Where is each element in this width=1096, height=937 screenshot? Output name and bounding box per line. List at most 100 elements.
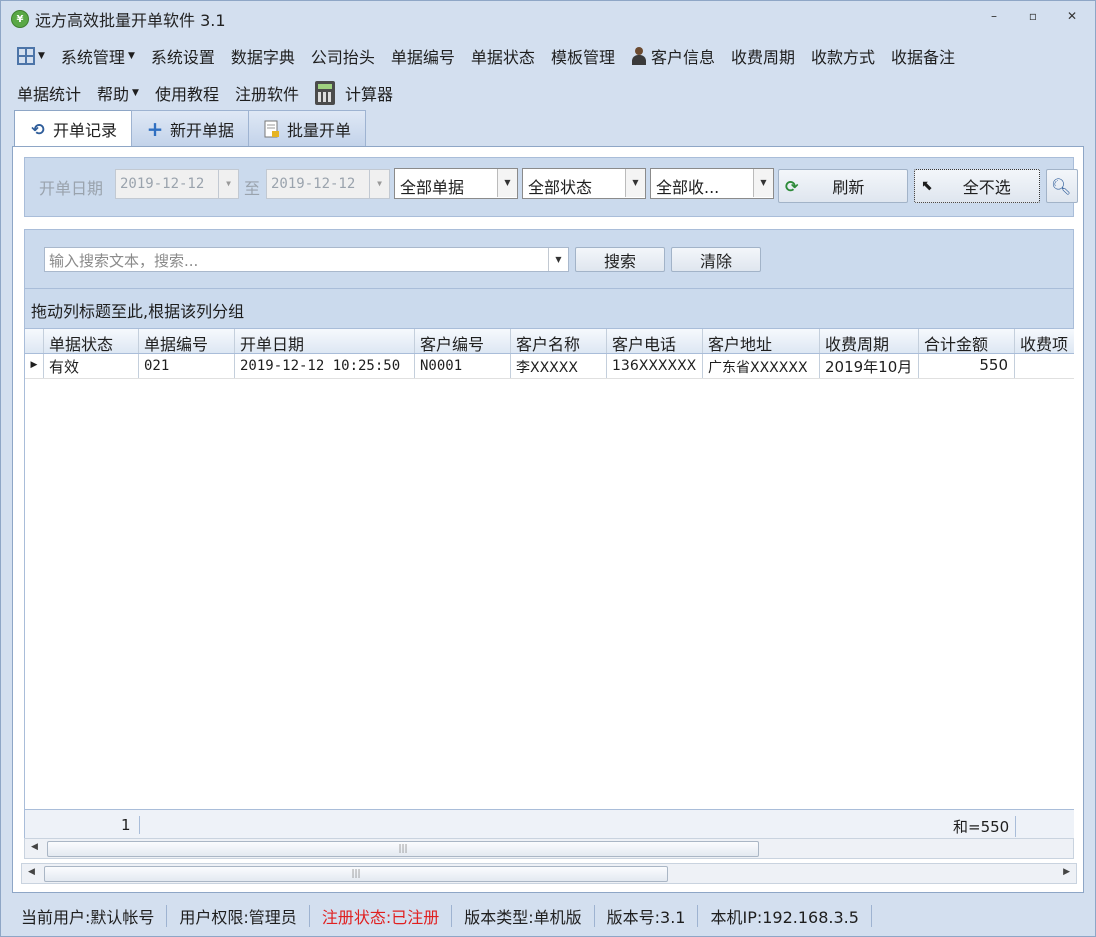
menu-dictionary[interactable]: 数据字典: [223, 41, 303, 71]
cell-address[interactable]: 广东省XXXXXX: [703, 354, 820, 378]
status-bar: 当前用户:默认帐号 用户权限:管理员 注册状态:已注册 版本类型:单机版 版本号…: [9, 901, 1089, 931]
menu-doc-number[interactable]: 单据编号: [383, 41, 463, 71]
preview-button[interactable]: 🔍︎: [1046, 169, 1078, 203]
title-bar: ¥ 远方高效批量开单软件 3.1 – ▫ ✕: [1, 1, 1095, 37]
status-ip: 本机IP:192.168.3.5: [698, 905, 872, 927]
cell-total[interactable]: 550: [919, 354, 1015, 378]
menu-payment-method[interactable]: 收款方式: [803, 41, 883, 71]
chevron-down-icon[interactable]: ▼: [497, 169, 517, 197]
current-row-icon: ▶: [25, 354, 44, 378]
menu-company-header[interactable]: 公司抬头: [303, 41, 383, 71]
col-header-customer-id[interactable]: 客户编号: [415, 329, 511, 353]
scroll-thumb[interactable]: |||: [44, 866, 668, 882]
col-header-phone[interactable]: 客户电话: [607, 329, 703, 353]
button-label: 刷新: [832, 178, 865, 197]
calculator-icon: [314, 80, 335, 105]
scroll-thumb[interactable]: |||: [47, 841, 759, 857]
cursor-icon: ⬉: [921, 178, 933, 194]
refresh-button[interactable]: ⟳ 刷新: [778, 169, 908, 203]
doc-type-select[interactable]: 全部单据 ▼: [394, 168, 518, 199]
menu-help[interactable]: 帮助 ▼: [89, 78, 147, 108]
status-user: 当前用户:默认帐号: [9, 905, 168, 927]
menu-doc-stats[interactable]: 单据统计: [9, 78, 89, 108]
minimize-button[interactable]: –: [983, 9, 1005, 29]
tab-label: 新开单据: [170, 120, 235, 140]
menu-label: 系统管理: [60, 47, 125, 67]
status-edition: 版本类型:单机版: [452, 905, 595, 927]
chevron-down-icon[interactable]: ▼: [753, 169, 773, 197]
window-title: 远方高效批量开单软件 3.1: [35, 11, 226, 30]
chevron-down-icon[interactable]: ▼: [548, 248, 568, 271]
menu-receipt-note[interactable]: 收据备注: [883, 41, 963, 71]
cell-items[interactable]: [1015, 354, 1074, 378]
menu-register[interactable]: 注册软件: [227, 78, 307, 108]
menu-bar: ▼ 系统管理 ▼ 系统设置 数据字典 公司抬头 单据编号 单据状态 模板管理 客户…: [9, 37, 1089, 111]
panel-hscrollbar[interactable]: ◀ ||| ▶: [21, 863, 1077, 884]
scroll-right-icon[interactable]: ▶: [1063, 867, 1070, 877]
cell-date[interactable]: 2019-12-12 10:25:50: [235, 354, 415, 378]
tab-strip: ⟲ 开单记录 + 新开单据 批量开单: [14, 110, 367, 147]
search-input[interactable]: 输入搜索文本，搜索... ▼: [44, 247, 569, 272]
date-to-field[interactable]: 2019-12-12 ▼: [266, 169, 390, 199]
chevron-down-icon[interactable]: ▼: [218, 170, 238, 198]
menu-tutorial[interactable]: 使用教程: [147, 78, 227, 108]
col-header-status[interactable]: 单据状态: [44, 329, 139, 353]
col-header-date[interactable]: 开单日期: [235, 329, 415, 353]
menu-template-manage[interactable]: 模板管理: [543, 41, 623, 71]
group-panel[interactable]: 拖动列标题至此,根据该列分组: [24, 289, 1074, 329]
menu-billing-cycle[interactable]: 收费周期: [723, 41, 803, 71]
col-header-address[interactable]: 客户地址: [703, 329, 820, 353]
scroll-left-icon[interactable]: ◀: [28, 867, 35, 877]
footer-sum: 和=550: [953, 816, 1017, 837]
col-header-number[interactable]: 单据编号: [139, 329, 235, 353]
table-hscrollbar[interactable]: ◀ |||: [24, 838, 1074, 859]
table-row[interactable]: ▶ 有效 021 2019-12-12 10:25:50 N0001 李XXXX…: [25, 354, 1074, 379]
clear-button[interactable]: 清除: [671, 247, 761, 272]
chevron-down-icon: ▼: [38, 50, 45, 61]
menu-system-settings[interactable]: 系统设置: [143, 41, 223, 71]
date-to-value: 2019-12-12: [271, 176, 356, 192]
status-role: 用户权限:管理员: [167, 905, 310, 927]
plus-icon: +: [146, 116, 164, 141]
cell-number[interactable]: 021: [139, 354, 235, 378]
date-from-field[interactable]: 2019-12-12 ▼: [115, 169, 239, 199]
magnifier-icon: 🔍︎: [1051, 176, 1072, 196]
tab-label: 开单记录: [53, 121, 118, 140]
document-icon: [263, 120, 281, 138]
status-select[interactable]: 全部状态 ▼: [522, 168, 646, 199]
tab-new-doc[interactable]: + 新开单据: [131, 110, 250, 146]
close-button[interactable]: ✕: [1061, 9, 1083, 29]
maximize-button[interactable]: ▫: [1022, 9, 1044, 29]
col-header-cycle[interactable]: 收费周期: [820, 329, 919, 353]
search-button[interactable]: 搜索: [575, 247, 665, 272]
col-header-customer-name[interactable]: 客户名称: [511, 329, 607, 353]
status-registration: 注册状态:已注册: [310, 905, 453, 927]
table-footer: 1 和=550: [24, 809, 1074, 838]
tab-batch[interactable]: 批量开单: [248, 110, 367, 146]
menu-calculator[interactable]: 计算器: [307, 78, 401, 108]
deselect-all-button[interactable]: ⬉ 全不选: [914, 169, 1040, 203]
chevron-down-icon[interactable]: ▼: [625, 169, 645, 197]
menu-row-1: ▼ 系统管理 ▼ 系统设置 数据字典 公司抬头 单据编号 单据状态 模板管理 客户…: [9, 37, 1089, 74]
menu-label: 计算器: [344, 84, 393, 104]
cell-phone[interactable]: 136XXXXXX: [607, 354, 703, 378]
col-header-total[interactable]: 合计金额: [919, 329, 1015, 353]
filter-bar: 开单日期 2019-12-12 ▼ 至 2019-12-12 ▼ 全部单据 ▼ 全部状…: [24, 157, 1078, 217]
tab-label: 批量开单: [287, 120, 352, 140]
menu-system-manage[interactable]: 系统管理 ▼: [53, 41, 143, 71]
chevron-down-icon[interactable]: ▼: [369, 170, 389, 198]
period-select[interactable]: 全部收... ▼: [650, 168, 774, 199]
select-value: 全部收...: [656, 178, 720, 197]
cell-customer-id[interactable]: N0001: [415, 354, 511, 378]
tab-records[interactable]: ⟲ 开单记录: [14, 110, 133, 147]
cell-cycle[interactable]: 2019年10月: [820, 354, 919, 378]
menu-customer-info[interactable]: 客户信息: [623, 41, 723, 71]
menu-doc-status[interactable]: 单据状态: [463, 41, 543, 71]
scroll-left-icon[interactable]: ◀: [31, 842, 38, 852]
cell-customer-name[interactable]: 李XXXXX: [511, 354, 607, 378]
menu-grid-button[interactable]: ▼: [9, 41, 53, 71]
col-header-items[interactable]: 收费项: [1015, 329, 1074, 353]
menu-label: 帮助: [97, 84, 130, 104]
menu-row-2: 单据统计 帮助 ▼ 使用教程 注册软件 计算器: [9, 74, 1089, 111]
cell-status[interactable]: 有效: [44, 354, 139, 378]
